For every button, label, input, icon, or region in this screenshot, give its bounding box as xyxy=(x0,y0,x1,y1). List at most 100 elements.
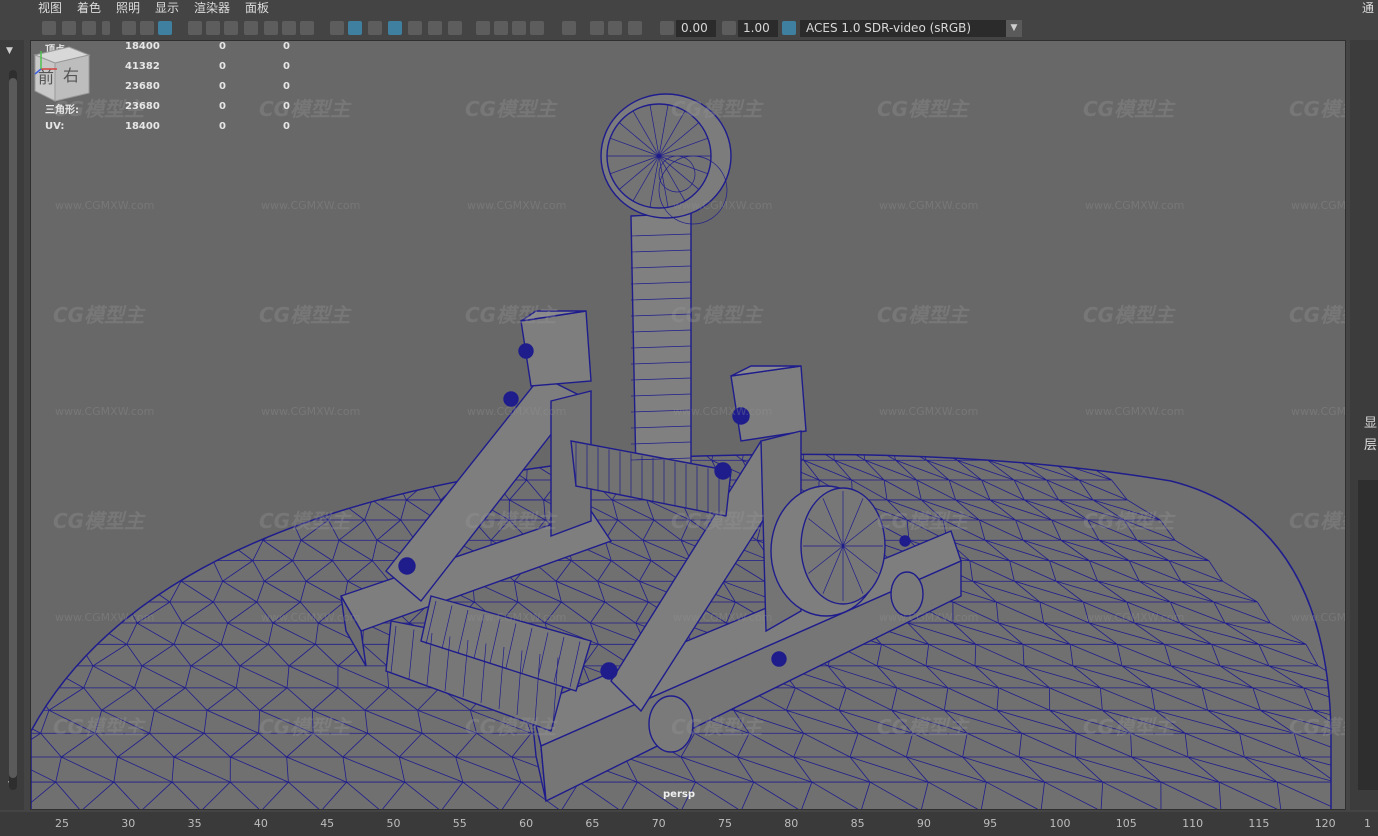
gate-mask-icon[interactable] xyxy=(244,21,258,35)
exposure-icon[interactable] xyxy=(660,21,674,35)
watermark-logo: CG模型主 xyxy=(53,303,145,327)
time-slider[interactable]: 1 25 30 35 40 45 50 55 60 65 70 75 80 85 90 95 100 105 11… xyxy=(0,812,1378,836)
color-space-value: ACES 1.0 SDR-video (sRGB) xyxy=(806,21,972,35)
xray-icon[interactable] xyxy=(590,21,604,35)
field-chart-icon[interactable] xyxy=(264,21,278,35)
menu-renderer[interactable]: 渲染器 xyxy=(194,0,230,16)
time-tick-label: 115 xyxy=(1248,817,1270,830)
chevron-down-icon[interactable]: ▼ xyxy=(6,46,13,56)
right-side-panel: 显 层 xyxy=(1350,40,1378,810)
gamma-field[interactable]: 1.00 xyxy=(738,20,778,37)
time-tick-label: 25 xyxy=(55,817,69,830)
time-tick-label: 110 xyxy=(1182,817,1204,830)
2d-pan-zoom-icon[interactable] xyxy=(158,21,172,35)
watermark-url: www.CGMXW.com xyxy=(55,405,155,418)
watermark-logo: CG模型主 xyxy=(259,509,351,533)
xray-joints-icon[interactable] xyxy=(608,21,622,35)
watermark-url: www.CGMXW.com xyxy=(879,199,979,212)
lights-icon[interactable] xyxy=(428,21,442,35)
watermark-logo: CG模型主 xyxy=(671,97,763,121)
watermark-logo: CG模型主 xyxy=(465,509,557,533)
depth-of-field-icon[interactable] xyxy=(530,21,544,35)
watermark-url: www.CGMXW.com xyxy=(1085,199,1185,212)
film-gate-icon[interactable] xyxy=(206,21,220,35)
menu-panels[interactable]: 面板 xyxy=(245,0,269,16)
time-end-label: 1 xyxy=(1364,817,1371,830)
watermark-url: www.CGMXW.com xyxy=(879,405,979,418)
time-tick-label: 100 xyxy=(1049,817,1071,830)
watermark-logo: CG模型主 xyxy=(1289,509,1345,533)
color-space-select[interactable]: ACES 1.0 SDR-video (sRGB) ▼ xyxy=(800,20,1022,37)
camera-lock-icon[interactable] xyxy=(82,21,96,35)
watermark-logo: CG模型主 xyxy=(259,97,351,121)
bookmark-icon[interactable] xyxy=(102,21,110,35)
camera-icon[interactable] xyxy=(42,21,56,35)
panel-toolbar: 0.00 1.00 ACES 1.0 SDR-video (sRGB) ▼ xyxy=(30,18,1346,40)
time-tick-label: 95 xyxy=(983,817,998,830)
watermark-url: www.CGMXW.com xyxy=(1291,199,1346,212)
exposure-field[interactable]: 0.00 xyxy=(676,20,716,37)
perspective-viewport[interactable]: CG模型主 CG模型主 CG模型主 CG模型主 CG模型主 CG模型主 CG模型主 CG模型主… xyxy=(30,40,1346,810)
watermark-logo: CG模型主 xyxy=(259,715,351,739)
time-tick-label: 80 xyxy=(784,817,799,830)
color-management-icon[interactable] xyxy=(782,21,796,35)
grid-icon[interactable] xyxy=(188,21,202,35)
resolution-gate-icon[interactable] xyxy=(224,21,238,35)
gamma-icon[interactable] xyxy=(722,21,736,35)
isolate-select-icon[interactable] xyxy=(562,21,576,35)
safe-title-icon[interactable] xyxy=(300,21,314,35)
textured-icon[interactable] xyxy=(408,21,422,35)
watermark-logo: CG模型主 xyxy=(877,303,969,327)
time-tick-label: 65 xyxy=(585,817,600,830)
right-scrollbar[interactable] xyxy=(1358,480,1378,790)
watermark-url: www.CGMXW.com xyxy=(467,611,567,624)
wireframe-icon[interactable] xyxy=(330,21,344,35)
watermark-logo: CG模型主 xyxy=(465,715,557,739)
menu-lighting[interactable]: 照明 xyxy=(116,0,140,16)
ambient-occlusion-icon[interactable] xyxy=(476,21,490,35)
viewcube-right-label: 右 xyxy=(63,66,79,85)
watermark-url: www.CGMXW.com xyxy=(879,611,979,624)
antialiasing-icon[interactable] xyxy=(512,21,526,35)
display-tab-label[interactable]: 显 xyxy=(1364,412,1377,431)
camera-name-label: persp xyxy=(663,789,695,800)
backface-culling-icon[interactable] xyxy=(628,21,642,35)
watermark-url: www.CGMXW.com xyxy=(1085,611,1185,624)
grease-pencil-icon[interactable] xyxy=(140,21,154,35)
time-tick-label: 45 xyxy=(320,817,335,830)
watermark-url: www.CGMXW.com xyxy=(1291,405,1346,418)
default-material-icon[interactable] xyxy=(368,21,382,35)
watermark-logo: CG模型主 xyxy=(1289,97,1345,121)
wireframe-scene xyxy=(31,93,1332,809)
camera-attributes-icon[interactable] xyxy=(62,21,76,35)
layer-tab-label[interactable]: 层 xyxy=(1364,434,1377,453)
time-tick-label: 30 xyxy=(121,817,136,830)
axis-gizmo xyxy=(34,51,57,75)
motion-blur-icon[interactable] xyxy=(494,21,508,35)
chevron-down-icon: ▼ xyxy=(1006,20,1022,37)
watermark-url: www.CGMXW.com xyxy=(467,405,567,418)
time-tick-label: 120 xyxy=(1314,817,1336,830)
shadows-icon[interactable] xyxy=(448,21,462,35)
menu-shading[interactable]: 着色 xyxy=(77,0,101,16)
menu-view[interactable]: 视图 xyxy=(38,0,62,16)
watermark-logo: CG模型主 xyxy=(53,509,145,533)
wireframe-on-shaded-icon[interactable] xyxy=(388,21,402,35)
smooth-shade-icon[interactable] xyxy=(348,21,362,35)
watermark-url: www.CGMXW.com xyxy=(673,405,773,418)
time-tick-label: 75 xyxy=(718,817,732,830)
watermark-logo: CG模型主 xyxy=(53,715,145,739)
time-tick-label: 90 xyxy=(916,817,931,830)
image-plane-icon[interactable] xyxy=(122,21,136,35)
watermark-logo: CG模型主 xyxy=(671,509,763,533)
safe-action-icon[interactable] xyxy=(282,21,296,35)
watermark-logo: CG模型主 xyxy=(1083,509,1175,533)
watermark-logo: CG模型主 xyxy=(465,97,557,121)
watermark-logo: CG模型主 xyxy=(877,715,969,739)
watermark-logo: CG模型主 xyxy=(1289,303,1345,327)
watermark-url: www.CGMXW.com xyxy=(55,199,155,212)
watermark-url: www.CGMXW.com xyxy=(673,199,773,212)
watermark-url: www.CGMXW.com xyxy=(673,611,773,624)
left-scrollbar-thumb[interactable] xyxy=(9,78,17,778)
menu-show[interactable]: 显示 xyxy=(155,0,179,16)
